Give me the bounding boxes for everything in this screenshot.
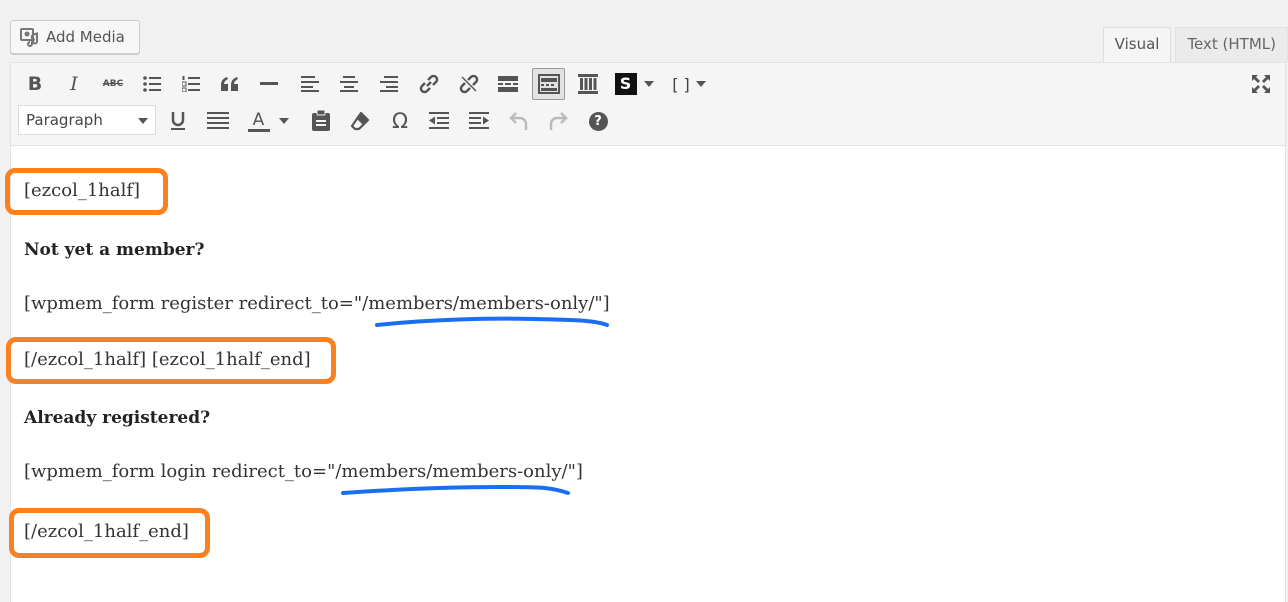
- heading-already-registered: Already registered?: [24, 408, 211, 428]
- link-icon: [419, 74, 439, 94]
- horizontal-line-button[interactable]: [254, 69, 284, 99]
- editor-content[interactable]: [ezcol_1half] Not yet a member? [wpmem_f…: [5, 145, 1285, 602]
- shortcode-line: [ezcol_1half]: [24, 180, 141, 201]
- editor-tabs: Visual Text (HTML): [1099, 27, 1288, 63]
- kitchen-sink-icon: [537, 74, 560, 94]
- read-more-icon: [498, 76, 518, 92]
- blockquote-icon: [221, 77, 238, 91]
- clipboard-icon: [312, 110, 330, 131]
- help-button[interactable]: ?: [583, 106, 613, 136]
- align-center-button[interactable]: [334, 69, 364, 99]
- italic-button[interactable]: I: [59, 69, 89, 99]
- align-left-button[interactable]: [295, 69, 325, 99]
- editor: B I ABC S [] Paragraph A Ω ? [ezcol_1ha…: [5, 62, 1286, 602]
- justify-button[interactable]: [203, 106, 233, 136]
- blockquote-button[interactable]: [215, 69, 245, 99]
- shortcode-line: [/ezcol_1half_end]: [24, 521, 189, 542]
- underline-button[interactable]: [163, 106, 193, 136]
- chevron-down-icon: [695, 81, 706, 87]
- justify-icon: [207, 112, 229, 129]
- underline-icon: [171, 112, 185, 130]
- media-icon: [20, 27, 40, 47]
- italic-icon: I: [70, 72, 78, 95]
- read-more-button[interactable]: [493, 69, 523, 99]
- numbered-list-button[interactable]: [176, 69, 206, 99]
- eraser-icon: [350, 111, 370, 131]
- s-shortcode-icon: S: [614, 73, 637, 95]
- align-center-icon: [340, 76, 358, 92]
- align-right-icon: [380, 76, 398, 92]
- shortcode-brackets-button[interactable]: [ ]: [667, 69, 711, 99]
- text-color-icon: A: [247, 111, 270, 132]
- outdent-icon: [429, 112, 449, 129]
- editor-toolbar: B I ABC S [] Paragraph A Ω ?: [11, 63, 1285, 146]
- remove-link-button[interactable]: [454, 69, 484, 99]
- fullscreen-icon: [1252, 75, 1270, 93]
- shortcode-line: [wpmem_form login redirect_to="/members/…: [24, 461, 583, 482]
- bullet-list-icon: [143, 76, 161, 92]
- brackets-icon: [ ]: [672, 74, 690, 94]
- bold-icon: B: [27, 72, 43, 95]
- shortcode-s-button[interactable]: S: [611, 69, 657, 99]
- outdent-button[interactable]: [424, 106, 454, 136]
- horizontal-line-icon: [260, 82, 278, 85]
- shortcode-line: [wpmem_form register redirect_to="/membe…: [24, 293, 610, 314]
- tab-text-html[interactable]: Text (HTML): [1175, 27, 1288, 62]
- heading-not-yet-member: Not yet a member?: [24, 240, 205, 260]
- help-icon: ?: [588, 111, 608, 131]
- blue-underline-annotation: [341, 484, 570, 495]
- numbered-list-icon: [182, 76, 200, 92]
- redo-button[interactable]: [543, 106, 573, 136]
- blue-underline-annotation: [375, 316, 609, 327]
- bold-button[interactable]: B: [20, 69, 50, 99]
- add-media-button[interactable]: Add Media: [10, 20, 140, 54]
- align-right-button[interactable]: [374, 69, 404, 99]
- chevron-down-icon: [278, 118, 289, 124]
- tab-visual[interactable]: Visual: [1102, 27, 1172, 63]
- bullet-list-button[interactable]: [137, 69, 167, 99]
- undo-icon: [509, 112, 528, 130]
- toolbar-toggle-button[interactable]: [532, 68, 565, 100]
- chevron-down-icon: [643, 81, 654, 87]
- omega-icon: Ω: [391, 109, 409, 133]
- strikethrough-icon: ABC: [102, 79, 124, 89]
- indent-icon: [469, 112, 489, 129]
- special-character-button[interactable]: Ω: [385, 106, 415, 136]
- redo-icon: [549, 112, 568, 130]
- unlink-icon: [459, 74, 479, 94]
- columns-button[interactable]: [573, 69, 603, 99]
- text-color-button[interactable]: A: [241, 106, 295, 136]
- columns-icon: [578, 74, 598, 94]
- indent-button[interactable]: [464, 106, 494, 136]
- format-select-value: Paragraph: [26, 111, 103, 129]
- paste-text-button[interactable]: [306, 106, 336, 136]
- format-select[interactable]: Paragraph: [18, 105, 156, 135]
- undo-button[interactable]: [504, 106, 534, 136]
- insert-link-button[interactable]: [414, 69, 444, 99]
- fullscreen-button[interactable]: [1246, 69, 1276, 99]
- align-left-icon: [301, 76, 319, 92]
- shortcode-line: [/ezcol_1half] [ezcol_1half_end]: [24, 349, 311, 370]
- strikethrough-button[interactable]: ABC: [98, 69, 128, 99]
- add-media-label: Add Media: [46, 28, 125, 46]
- clear-formatting-button[interactable]: [345, 106, 375, 136]
- chevron-down-icon: [138, 118, 148, 124]
